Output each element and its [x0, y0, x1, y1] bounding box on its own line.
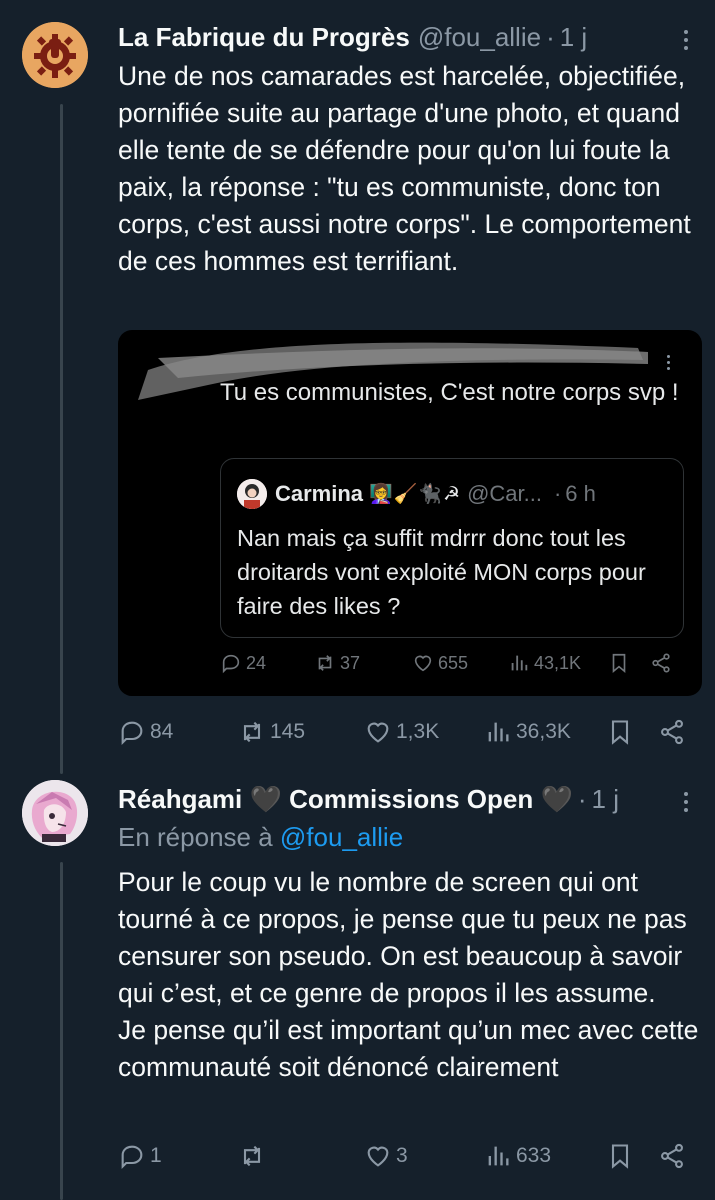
post-header: Réahgami 🖤 Commissions Open 🖤 · 1 j: [118, 784, 619, 815]
quoted-author-name: Carmina: [275, 481, 364, 506]
bookmark-icon: [611, 720, 629, 745]
bookmark-icon: [611, 1144, 629, 1169]
repost-button[interactable]: 145: [238, 718, 305, 746]
anime-character-avatar-icon: [22, 780, 88, 846]
quoted-handle: @Car...: [467, 481, 542, 506]
like-count: 655: [438, 652, 469, 673]
repost-count: 37: [340, 652, 361, 673]
screenshot-reply-text: Tu es communistes, C'est notre corps svp…: [220, 379, 679, 406]
author-name[interactable]: La Fabrique du Progrès: [118, 22, 410, 53]
reply-icon: [222, 654, 240, 674]
post-text: Pour le coup vu le nombre de screen qui …: [118, 864, 708, 1086]
author-name[interactable]: Réahgami 🖤 Commissions Open 🖤: [118, 784, 573, 815]
reply-icon: [121, 721, 143, 746]
views-icon: [488, 722, 509, 742]
views-button[interactable]: 633: [484, 1142, 551, 1170]
separator: ·: [546, 22, 555, 52]
repost-count: 145: [270, 720, 306, 743]
post-text-paragraph: Je pense qu’il est important qu’un mec a…: [118, 1015, 699, 1082]
thread-line: [60, 104, 63, 774]
reply-button[interactable]: 84: [118, 718, 173, 746]
attached-image[interactable]: Tu es communistes, C'est notre corps svp…: [118, 330, 702, 696]
view-count: 43,1K: [534, 652, 582, 673]
quoted-author-emoji: 👩‍🏫🧹🐈‍⬛☭: [369, 484, 462, 505]
action-bar: 84 145 1,3K 36,3K: [118, 718, 693, 752]
like-count: 3: [396, 1144, 408, 1167]
repost-button[interactable]: [238, 1142, 270, 1170]
like-button[interactable]: 3: [364, 1142, 408, 1170]
heart-icon: [414, 655, 432, 672]
like-count: 1,3K: [396, 720, 440, 743]
share-icon: [661, 719, 683, 745]
views-icon: [511, 655, 528, 671]
bookmark-button[interactable]: [606, 1142, 634, 1170]
post-header: La Fabrique du Progrès @fou_allie · 1 j: [118, 22, 587, 53]
reply-count: 84: [150, 720, 174, 743]
post-text: Une de nos camarades est harcelée, objec…: [118, 61, 691, 276]
separator: ·: [577, 784, 587, 814]
repost-icon: [243, 1145, 261, 1167]
view-count: 633: [516, 1144, 552, 1167]
quoted-post: Carmina 👩‍🏫🧹🐈‍⬛☭ @Car... · 6 h Nan mais …: [220, 458, 684, 638]
share-icon: [652, 653, 670, 673]
avatar[interactable]: [22, 780, 88, 846]
repost-icon: [318, 655, 332, 671]
quoted-avatar: [237, 479, 267, 509]
reply-count: 1: [150, 1144, 162, 1167]
screenshot-action-bar: 24 37 655 43,1K: [220, 652, 680, 680]
repost-icon: [243, 721, 261, 743]
post-text-paragraph: Pour le coup vu le nombre de screen qui …: [118, 867, 687, 1008]
heart-icon: [367, 722, 389, 743]
bookmark-button[interactable]: [606, 718, 634, 746]
post-time[interactable]: 1 j: [560, 22, 587, 53]
reply-button[interactable]: 1: [118, 1142, 162, 1170]
avatar[interactable]: [22, 22, 88, 88]
reply-to-mention[interactable]: @fou_allie: [280, 822, 403, 852]
share-icon: [661, 1143, 683, 1169]
reply-count: 24: [246, 652, 267, 673]
action-bar: 1 3 633: [118, 1142, 693, 1176]
quoted-text: Nan mais ça suffit mdrrr donc tout les d…: [237, 525, 646, 619]
thread-line: [60, 862, 63, 1200]
separator: ·: [553, 481, 562, 506]
more-options-icon[interactable]: [672, 26, 700, 54]
post-time[interactable]: 1 j: [592, 784, 619, 815]
gear-fist-logo-icon: [22, 22, 88, 88]
more-options-icon[interactable]: [672, 788, 700, 816]
views-button[interactable]: 36,3K: [484, 718, 571, 746]
bookmark-icon: [612, 653, 626, 674]
quoted-time: 6 h: [565, 481, 596, 506]
view-count: 36,3K: [516, 720, 571, 743]
like-button[interactable]: 1,3K: [364, 718, 439, 746]
reply-context: En réponse à @fou_allie: [118, 822, 403, 853]
reply-icon: [121, 1145, 143, 1170]
views-icon: [488, 1146, 509, 1166]
more-options-icon: [658, 350, 678, 374]
reply-to-prefix: En réponse à: [118, 822, 273, 852]
heart-icon: [367, 1146, 389, 1167]
share-button[interactable]: [658, 1142, 686, 1170]
author-handle[interactable]: @fou_allie: [418, 22, 541, 53]
share-button[interactable]: [658, 718, 686, 746]
